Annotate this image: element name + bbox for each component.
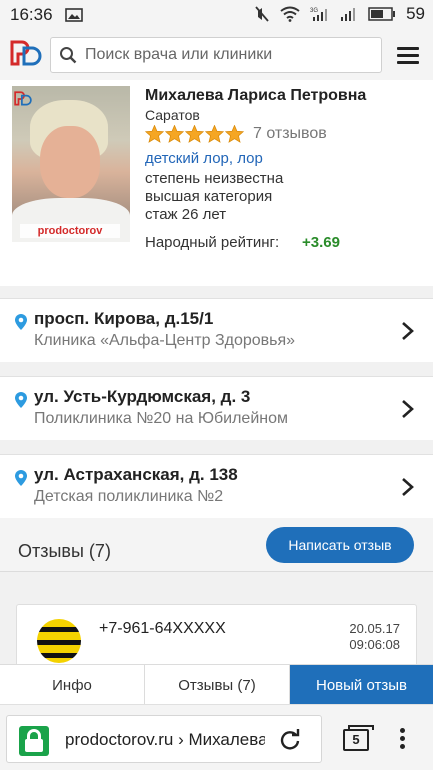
chevron-right-icon — [402, 478, 414, 496]
bottom-tabs: Инфо Отзывы (7) Новый отзыв — [0, 664, 433, 705]
battery-icon — [368, 7, 396, 21]
status-icons: 3G 59 — [254, 4, 425, 24]
address-item[interactable]: ул. Усть-Курдюмская, д. 3 Поликлиника №2… — [0, 376, 433, 440]
tab-reviews[interactable]: Отзывы (7) — [145, 665, 290, 705]
doctor-city: Саратов — [145, 107, 200, 123]
doctor-name: Михалева Лариса Петровна — [145, 87, 367, 104]
search-icon — [60, 47, 77, 64]
reload-icon[interactable] — [279, 729, 301, 751]
status-bar: 16:36 3G 59 — [0, 0, 433, 30]
lock-icon[interactable] — [19, 726, 49, 756]
search-box[interactable] — [50, 37, 382, 73]
review-date-day: 20.05.17 — [349, 621, 400, 636]
reviews-title: Отзывы (7) — [18, 541, 111, 561]
signal-icon — [341, 8, 356, 21]
operator-logo-icon — [37, 619, 81, 663]
gallery-icon — [64, 8, 83, 22]
wifi-icon — [280, 6, 300, 22]
chevron-right-icon — [402, 322, 414, 340]
svg-text:3G: 3G — [310, 8, 318, 14]
address-clinic: Клиника «Альфа-Центр Здоровья» — [34, 332, 296, 349]
doctor-category: высшая категория — [145, 188, 273, 205]
signal-3g-icon: 3G — [310, 8, 328, 21]
address-bar[interactable]: prodoctorov.ru › Михалева — [6, 715, 322, 763]
more-options-icon[interactable] — [400, 728, 406, 750]
address-street: ул. Усть-Курдюмская, д. 3 — [34, 387, 251, 406]
star-icon — [205, 125, 224, 143]
rating-stars — [145, 125, 244, 143]
location-pin-icon — [15, 392, 27, 408]
doctor-photo[interactable]: prodoctorov — [12, 86, 130, 242]
battery-level: 59 — [406, 4, 425, 23]
review-date: 20.05.17 09:06:08 — [349, 621, 400, 653]
star-icon — [185, 125, 204, 143]
mute-icon — [255, 6, 269, 22]
specialty-link[interactable]: детский лор, лор — [145, 150, 263, 167]
location-pin-icon — [15, 470, 27, 486]
status-time: 16:36 — [10, 5, 53, 24]
reviews-header: Отзывы (7) Написать отзыв — [0, 518, 433, 572]
star-icon — [225, 125, 244, 143]
address-item[interactable]: просп. Кирова, д.15/1 Клиника «Альфа-Цен… — [0, 298, 433, 362]
review-phone: +7-961-64XXXXX — [99, 620, 226, 637]
url-text[interactable]: prodoctorov.ru › Михалева — [65, 730, 265, 750]
tab-new-review[interactable]: Новый отзыв — [290, 665, 433, 705]
doctor-degree: степень неизвестна — [145, 170, 284, 187]
star-icon — [145, 125, 164, 143]
address-street: просп. Кирова, д.15/1 — [34, 309, 214, 328]
tab-info[interactable]: Инфо — [0, 665, 145, 705]
address-street: ул. Астраханская, д. 138 — [34, 465, 238, 484]
photo-logo-icon — [14, 91, 32, 106]
address-clinic: Детская поликлиника №2 — [34, 488, 224, 505]
review-date-time: 09:06:08 — [349, 637, 400, 652]
search-input[interactable] — [85, 46, 375, 64]
reviews-count[interactable]: 7 отзывов — [253, 125, 327, 143]
rating-label: Народный рейтинг: — [145, 234, 280, 251]
address-item[interactable]: ул. Астраханская, д. 138 Детская поликли… — [0, 454, 433, 518]
write-review-button[interactable]: Написать отзыв — [266, 527, 414, 563]
browser-toolbar: prodoctorov.ru › Михалева 5 — [0, 704, 433, 770]
star-icon — [165, 125, 184, 143]
location-pin-icon — [15, 314, 27, 330]
app-header — [0, 30, 433, 80]
rating-value: +3.69 — [302, 234, 340, 251]
hamburger-menu-icon[interactable] — [397, 47, 419, 64]
doctor-experience: стаж 26 лет — [145, 206, 227, 223]
address-clinic: Поликлиника №20 на Юбилейном — [34, 410, 288, 427]
doctor-card: prodoctorov Михалева Лариса Петровна Сар… — [0, 80, 433, 286]
chevron-right-icon — [402, 400, 414, 418]
photo-watermark: prodoctorov — [20, 224, 120, 238]
tab-switcher-button[interactable]: 5 — [343, 725, 374, 751]
prodoctorov-logo-icon[interactable] — [10, 38, 42, 70]
